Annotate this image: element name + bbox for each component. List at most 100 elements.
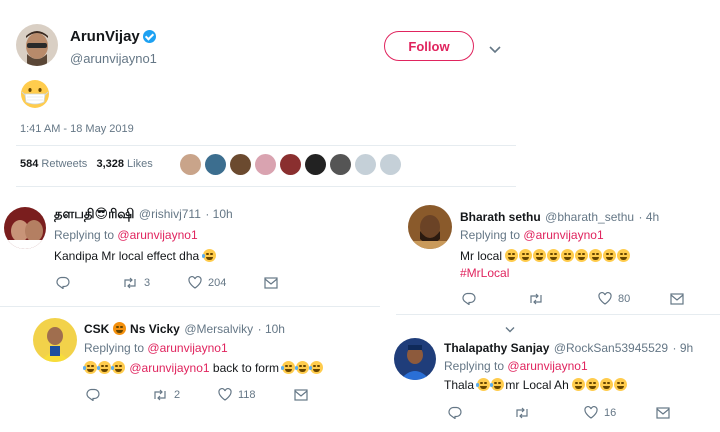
reply-hashtag[interactable]: #MrLocal <box>460 266 509 280</box>
reply-author-name-part: Ns Vicky <box>130 322 180 336</box>
like-action[interactable]: 204 <box>188 276 264 289</box>
retweet-action[interactable] <box>514 406 584 419</box>
reply-author-handle[interactable]: @RockSan53945529 <box>554 341 668 355</box>
retweet-icon <box>154 389 166 400</box>
replying-prefix: Replying to <box>84 341 145 355</box>
like-count: 118 <box>238 388 256 401</box>
replying-to-link[interactable]: @arunvijayno1 <box>117 228 197 242</box>
replying-to-link[interactable]: @arunvijayno1 <box>507 359 587 373</box>
show-more-chevron-icon[interactable] <box>504 321 516 333</box>
reply-author-handle[interactable]: @rishivj711 <box>139 207 201 221</box>
reply-header: CSK Ns Vicky @Mersalviky · 10h <box>84 320 285 338</box>
joy-emoji <box>83 361 97 374</box>
liker-avatar[interactable] <box>230 154 251 175</box>
retweet-action[interactable]: 2 <box>152 388 218 401</box>
reply-author-name[interactable]: Thalapathy Sanjay <box>444 341 549 355</box>
message-action[interactable] <box>670 292 690 305</box>
like-action[interactable]: 118 <box>218 388 294 401</box>
author-name-row: ArunVijay <box>70 28 156 46</box>
like-action[interactable]: 80 <box>598 292 670 305</box>
retweet-icon <box>530 293 542 304</box>
message-action[interactable] <box>264 276 284 289</box>
message-action[interactable] <box>294 388 314 401</box>
reply-action[interactable] <box>56 276 122 289</box>
tweet-timestamp[interactable]: 1:41 AM - 18 May 2019 <box>20 123 134 135</box>
reply-avatar[interactable] <box>408 205 452 249</box>
reply-text-content: Mr local <box>460 249 503 263</box>
liked-by-avatars <box>180 154 401 175</box>
reply-author-name[interactable]: CSK Ns Vicky <box>84 322 180 336</box>
divider-top <box>16 145 516 146</box>
reply-avatar[interactable] <box>4 207 46 249</box>
divider-stats <box>16 186 516 187</box>
replying-to-link[interactable]: @arunvijayno1 <box>147 341 227 355</box>
reply-mention[interactable]: @arunvijayno1 <box>129 361 209 375</box>
message-action[interactable] <box>656 406 676 419</box>
liker-avatar[interactable] <box>305 154 326 175</box>
heart-icon <box>584 406 598 419</box>
reply-time[interactable]: · 10h <box>205 207 232 221</box>
replying-prefix: Replying to <box>54 228 115 242</box>
grin-emoji <box>547 249 561 262</box>
reply-time[interactable]: · 4h <box>639 210 660 224</box>
joy-emoji <box>295 361 310 374</box>
reply-actions: 2 118 <box>86 388 314 401</box>
replying-to-line: Replying to @arunvijayno1 <box>460 228 604 242</box>
replying-prefix: Replying to <box>460 228 521 242</box>
joy-emoji <box>111 361 125 374</box>
retweet-action[interactable]: 3 <box>122 276 188 289</box>
rofl-emoji-sequence <box>505 249 631 263</box>
envelope-icon <box>670 292 684 305</box>
heart-icon <box>188 276 202 289</box>
likes-stat[interactable]: 3,328 Likes <box>96 158 152 170</box>
retweet-icon <box>124 277 136 288</box>
liker-avatar[interactable] <box>330 154 351 175</box>
like-count: 16 <box>604 406 617 419</box>
reply-action[interactable] <box>86 388 152 401</box>
reply-avatar[interactable] <box>394 338 436 380</box>
verified-badge-icon <box>142 30 156 43</box>
retweet-action[interactable] <box>528 292 598 305</box>
author-avatar[interactable] <box>16 24 58 66</box>
reply-header: Thalapathy Sanjay @RockSan53945529 · 9h <box>444 339 693 357</box>
likes-label: Likes <box>127 158 153 170</box>
more-options-chevron-icon[interactable] <box>488 42 502 54</box>
liker-avatar[interactable] <box>180 154 201 175</box>
reply-actions: 16 <box>448 406 676 419</box>
grin-emoji <box>561 249 575 262</box>
joy-emoji <box>309 361 324 374</box>
reply-time[interactable]: · 9h <box>673 341 694 355</box>
reply-avatar[interactable] <box>33 318 77 362</box>
reply-time[interactable]: · 10h <box>258 322 285 336</box>
reply-text-content: Kandipa Mr local effect dha <box>54 249 200 263</box>
author-handle[interactable]: @arunvijayno1 <box>70 51 157 66</box>
reply-author-handle[interactable]: @bharath_sethu <box>545 210 634 224</box>
replying-to-link[interactable]: @arunvijayno1 <box>523 228 603 242</box>
retweets-count: 584 <box>20 158 39 170</box>
replying-to-line: Replying to @arunvijayno1 <box>84 341 228 355</box>
reply-action[interactable] <box>448 406 514 419</box>
envelope-icon <box>656 406 670 419</box>
liker-avatar[interactable] <box>355 154 376 175</box>
joy-emoji <box>97 361 111 374</box>
follow-button[interactable]: Follow <box>384 31 474 61</box>
reply-icon <box>56 276 70 289</box>
rofl-emoji <box>533 249 547 262</box>
reply-author-handle[interactable]: @Mersalviky <box>184 322 253 336</box>
reply-text-content: mr Local Ah <box>505 378 569 392</box>
like-action[interactable]: 16 <box>584 406 656 419</box>
liker-avatar[interactable] <box>280 154 301 175</box>
reply-action[interactable] <box>462 292 528 305</box>
liker-avatar[interactable] <box>380 154 401 175</box>
author-name[interactable]: ArunVijay <box>70 28 140 45</box>
rofl-emoji <box>586 378 600 391</box>
liker-avatar[interactable] <box>205 154 226 175</box>
reply-icon <box>86 388 100 401</box>
rofl-emoji <box>614 378 628 391</box>
reply-author-name[interactable]: தளபதி😎ரிஷி <box>54 206 134 221</box>
reply-author-name[interactable]: Bharath sethu <box>460 210 541 224</box>
liker-avatar[interactable] <box>255 154 276 175</box>
retweets-stat[interactable]: 584 Retweets <box>20 158 87 170</box>
retweet-icon <box>516 407 528 418</box>
reply-text-content: Thala <box>444 378 475 392</box>
